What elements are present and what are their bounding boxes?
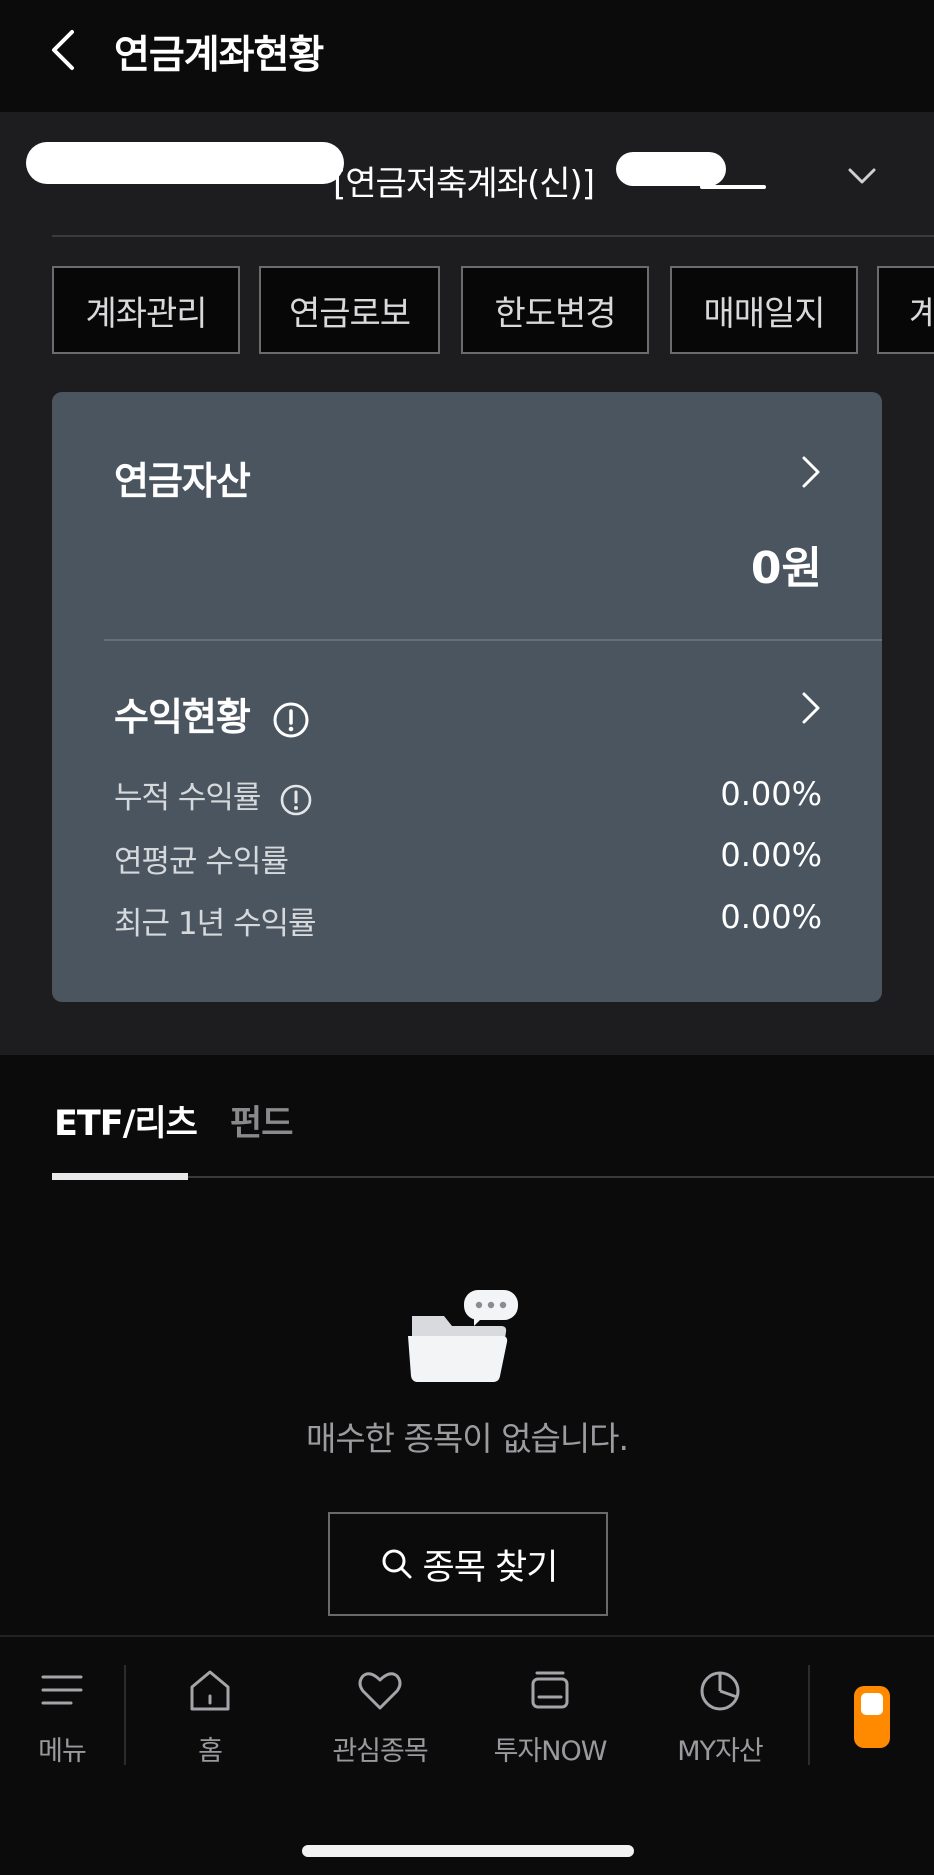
bottom-navigation: 메뉴 홈 관심종목 투자NOW MY자산 bbox=[0, 1635, 934, 1875]
holdings-tabs: ETF/리츠 펀드 bbox=[0, 1055, 934, 1180]
chip-account-management[interactable]: 계좌관리 bbox=[52, 266, 240, 354]
pie-chart-icon bbox=[700, 1671, 740, 1711]
info-icon[interactable] bbox=[272, 701, 310, 739]
empty-state-message: 매수한 종목이 없습니다. bbox=[305, 1419, 629, 1458]
app-shortcut-icon bbox=[861, 1693, 883, 1715]
menu-icon bbox=[41, 1675, 83, 1705]
profit-title-row: 수익현황 bbox=[114, 686, 310, 741]
cumulative-return-label: 누적 수익률 bbox=[114, 780, 261, 816]
redacted-owner-name-tail bbox=[700, 185, 766, 189]
tab-funds[interactable]: 펀드 bbox=[230, 1095, 293, 1146]
asset-title: 연금자산 bbox=[114, 459, 251, 503]
app-header: 연금계좌현황 bbox=[0, 0, 934, 112]
nav-my-assets[interactable]: MY자산 bbox=[645, 1665, 795, 1785]
chevron-left-icon bbox=[52, 30, 74, 70]
chevron-right-icon[interactable] bbox=[792, 452, 828, 492]
account-name: [연금저축계좌(신)] bbox=[333, 164, 595, 204]
nav-separator bbox=[124, 1665, 126, 1765]
investment-now-icon bbox=[531, 1671, 569, 1709]
tab-active-indicator bbox=[52, 1173, 188, 1180]
nav-invest-now[interactable]: 투자NOW bbox=[475, 1665, 625, 1785]
account-menu-chips: 계좌관리 연금로보 한도변경 매매일지 계 bbox=[0, 266, 934, 360]
floating-app-button[interactable] bbox=[854, 1686, 890, 1748]
annual-avg-return-label: 연평균 수익률 bbox=[114, 844, 289, 880]
nav-watchlist[interactable]: 관심종목 bbox=[305, 1665, 455, 1785]
account-summary-section: [연금저축계좌(신)] 계좌관리 연금로보 한도변경 매매일지 계 연금자산 0… bbox=[0, 112, 934, 1055]
asset-amount: 0원 bbox=[750, 543, 822, 594]
chip-trading-journal[interactable]: 매매일지 bbox=[670, 266, 858, 354]
info-icon[interactable] bbox=[279, 783, 313, 817]
nav-label: MY자산 bbox=[677, 1736, 763, 1767]
annual-avg-return-value: 0.00% bbox=[720, 836, 822, 874]
find-stocks-label: 종목 찾기 bbox=[422, 1547, 559, 1588]
chip-limit-change[interactable]: 한도변경 bbox=[461, 266, 649, 354]
recent-year-return-value: 0.00% bbox=[720, 898, 822, 936]
chip-partial[interactable]: 계 bbox=[877, 266, 934, 354]
chevron-right-icon[interactable] bbox=[792, 688, 828, 728]
nav-menu[interactable]: 메뉴 bbox=[0, 1665, 137, 1785]
heart-icon bbox=[358, 1672, 402, 1710]
nav-label: 메뉴 bbox=[38, 1736, 87, 1767]
empty-folder-icon bbox=[408, 1290, 518, 1382]
nav-separator bbox=[808, 1665, 810, 1765]
chevron-down-icon bbox=[848, 168, 876, 184]
profit-title: 수익현황 bbox=[114, 695, 251, 739]
home-indicator bbox=[302, 1845, 634, 1857]
page-title: 연금계좌현황 bbox=[114, 33, 324, 78]
recent-year-return-label: 최근 1년 수익률 bbox=[114, 906, 317, 942]
cumulative-return-label-row: 누적 수익률 bbox=[114, 772, 313, 817]
divider bbox=[52, 235, 934, 237]
tab-etf-reits[interactable]: ETF/리츠 bbox=[54, 1095, 198, 1146]
search-icon bbox=[382, 1549, 412, 1579]
account-selector[interactable]: [연금저축계좌(신)] bbox=[0, 112, 934, 236]
nav-label: 관심종목 bbox=[332, 1736, 428, 1767]
nav-label: 홈 bbox=[198, 1736, 223, 1767]
card-divider bbox=[104, 639, 882, 641]
chip-pension-robo[interactable]: 연금로보 bbox=[259, 266, 440, 354]
home-icon bbox=[190, 1670, 230, 1711]
nav-home[interactable]: 홈 bbox=[135, 1665, 285, 1785]
back-button[interactable] bbox=[38, 22, 94, 78]
redacted-account-number bbox=[26, 142, 344, 184]
pension-summary-card: 연금자산 0원 수익현황 누적 수익률 0.00% 연평균 수익률 0.00% … bbox=[52, 392, 882, 1002]
nav-label: 투자NOW bbox=[493, 1736, 608, 1767]
cumulative-return-value: 0.00% bbox=[720, 775, 822, 813]
redacted-owner-name bbox=[616, 152, 726, 186]
find-stocks-button[interactable]: 종목 찾기 bbox=[328, 1512, 608, 1616]
